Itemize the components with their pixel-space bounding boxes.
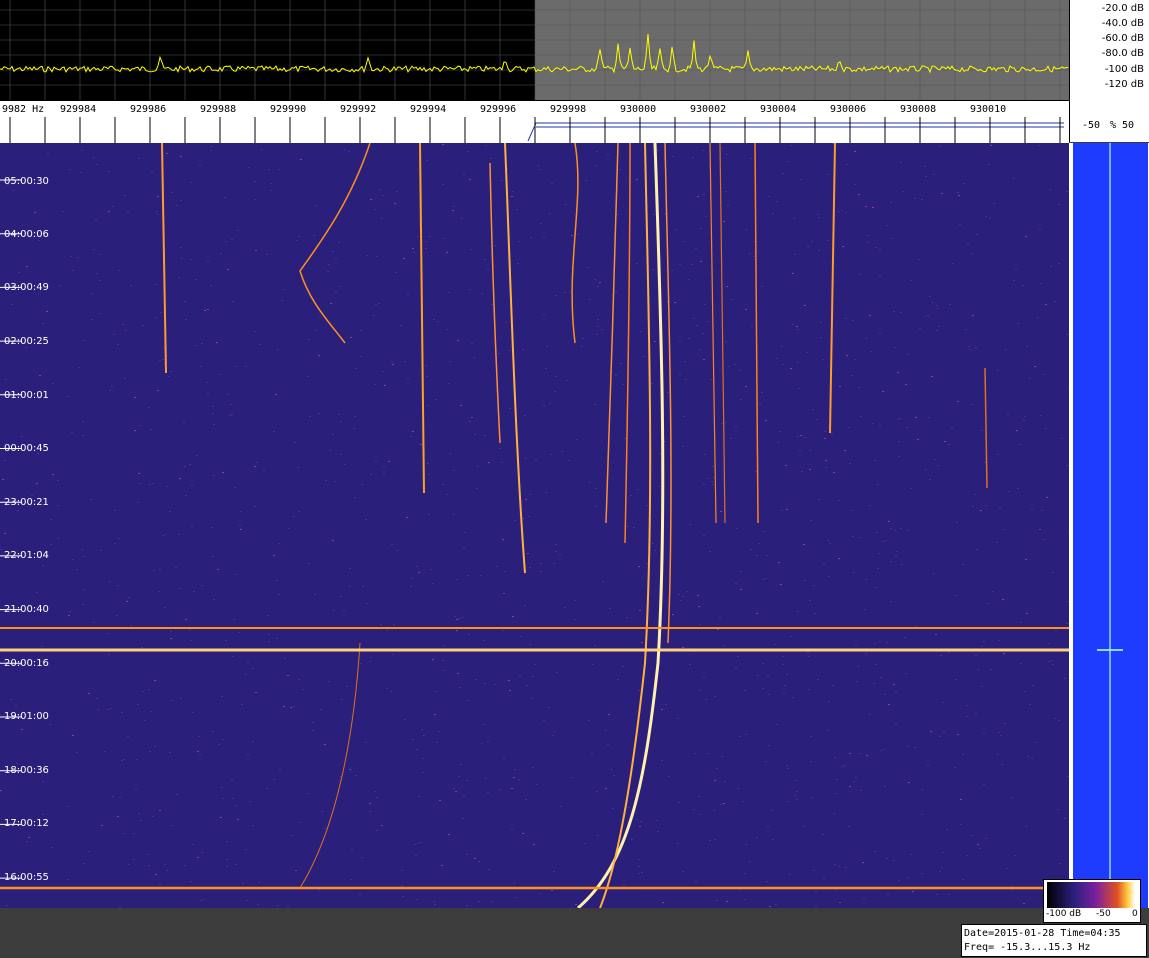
info-freq-range: Freq= -15.3...15.3 Hz [964, 942, 1091, 953]
db-label: -40.0 dB [1101, 18, 1144, 29]
time-label: 19:01:00 [4, 711, 49, 722]
colorbar-legend: -100 dB -50 0 [1043, 879, 1141, 923]
offset-header: -50 % 50 [1069, 100, 1149, 142]
offset-panel[interactable] [1069, 143, 1149, 908]
offset-unit-label: % [1110, 120, 1117, 131]
time-label: 17:00:12 [4, 818, 49, 829]
colorbar-min-label: -100 dB [1046, 909, 1082, 919]
db-label: -80.0 dB [1101, 48, 1144, 59]
offset-max-label: 50 [1122, 120, 1135, 131]
colorbar-mid-label: -50 [1096, 909, 1111, 919]
colorbar-max-label: 0 [1132, 909, 1138, 919]
waterfall-display[interactable]: 05:00:30 04:00:06 03:00:49 02:00:25 01:0… [0, 143, 1069, 908]
db-label: -20.0 dB [1101, 3, 1144, 14]
time-label: 18:00:36 [4, 765, 49, 776]
info-date-time: Date=2015-01-28 Time=04:35 [964, 928, 1121, 939]
colorbar-gradient [1047, 882, 1135, 908]
frequency-axis[interactable]: 9982 Hz 929984 929986 929988 929990 9299… [0, 100, 1069, 144]
db-label: -120 dB [1104, 79, 1144, 90]
waterfall-traces [0, 143, 1069, 908]
freq-ticks [9, 117, 1064, 143]
time-label: 22:01:04 [4, 550, 49, 561]
db-label: -100 dB [1104, 64, 1144, 75]
time-label: 05:00:30 [4, 176, 49, 187]
spectrum-trace [0, 0, 1069, 100]
db-label: -60.0 dB [1101, 33, 1144, 44]
info-box: Date=2015-01-28 Time=04:35 Freq= -15.3..… [961, 924, 1147, 957]
time-label: 00:00:45 [4, 443, 49, 454]
time-label: 16:00:55 [4, 872, 49, 883]
offset-min-label: -50 [1082, 120, 1101, 131]
time-label: 23:00:21 [4, 497, 49, 508]
time-label: 20:00:16 [4, 658, 49, 669]
time-label: 01:00:01 [4, 390, 49, 401]
time-label: 03:00:49 [4, 282, 49, 293]
spectrum-display[interactable] [0, 0, 1069, 100]
offset-trace [1097, 143, 1123, 908]
db-scale: -20.0 dB -40.0 dB -60.0 dB -80.0 dB -100… [1069, 0, 1149, 100]
time-label: 02:00:25 [4, 336, 49, 347]
offset-panel-background [1073, 143, 1148, 908]
time-label: 04:00:06 [4, 229, 49, 240]
time-label: 21:00:40 [4, 604, 49, 615]
